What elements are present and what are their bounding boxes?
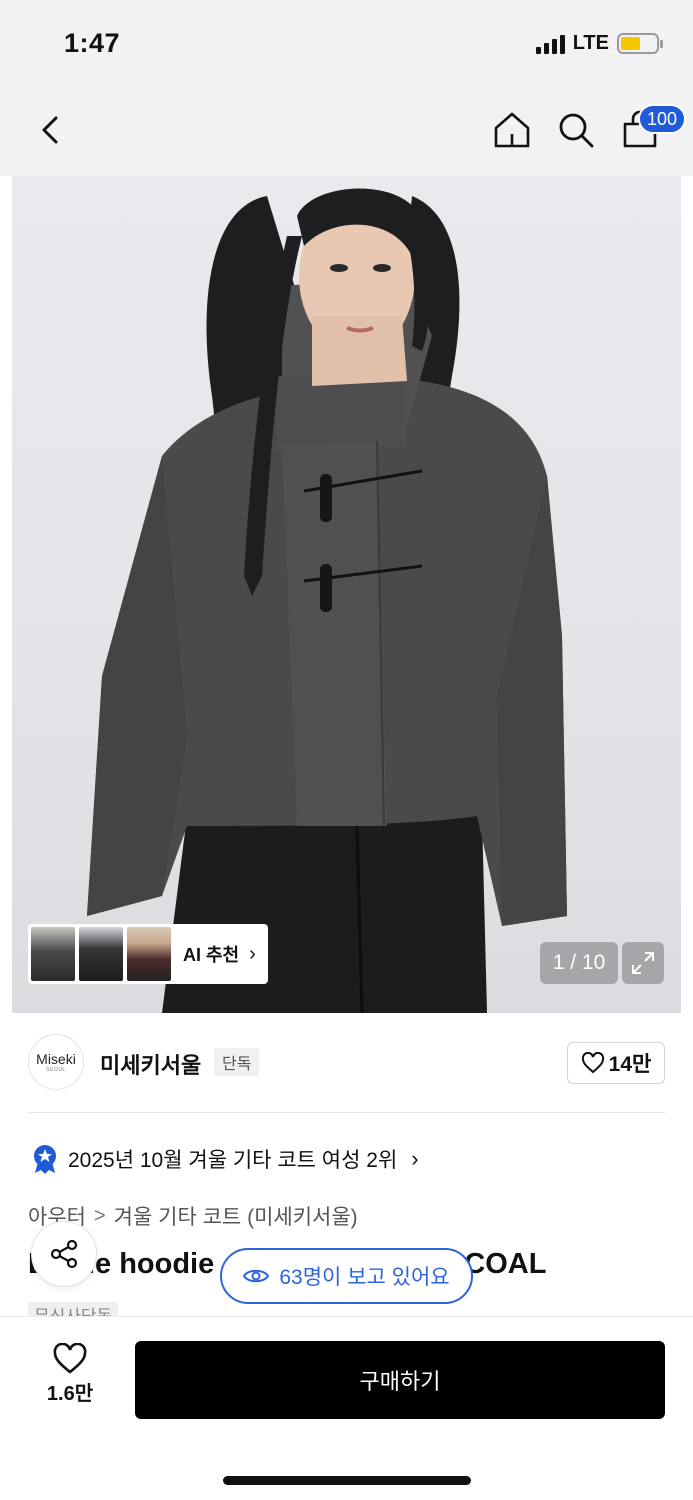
top-nav-bar — [0, 90, 693, 176]
back-icon[interactable] — [30, 108, 70, 152]
product-like-count: 1.6만 — [46, 1383, 94, 1405]
status-bar: 1:47 LTE — [0, 0, 693, 90]
ai-thumbnail-3[interactable] — [127, 927, 171, 981]
product-image[interactable] — [12, 176, 681, 1013]
signal-icon — [535, 34, 565, 54]
rank-medal-icon — [34, 1145, 56, 1174]
exclusive-tag: 단독 — [214, 1048, 260, 1076]
brand-row: Miseki SEOUL 미세키서울 단독 14만 — [28, 1034, 665, 1092]
divider — [28, 1112, 665, 1113]
image-counter: 1 / 10 — [540, 942, 618, 984]
ai-thumbnail-1[interactable] — [31, 927, 75, 981]
search-icon[interactable] — [554, 108, 598, 152]
heart-icon — [53, 1343, 87, 1374]
battery-icon — [617, 33, 663, 54]
breadcrumb-separator: > — [93, 1204, 106, 1227]
home-icon[interactable] — [490, 108, 534, 152]
expand-icon[interactable] — [622, 942, 664, 984]
bottom-action-bar: 1.6만 구매하기 — [0, 1316, 693, 1500]
eye-icon — [243, 1269, 270, 1283]
status-time: 1:47 — [64, 28, 121, 58]
cart-count-badge: 100 — [638, 104, 687, 134]
brand-name[interactable]: 미세키서울 — [100, 1048, 201, 1080]
viewers-pill: 63명이 보고 있어요 — [220, 1248, 473, 1304]
home-indicator — [223, 1476, 471, 1485]
share-button[interactable] — [31, 1221, 97, 1287]
ranking-text: 2025년 10월 겨울 기타 코트 여성 2위 — [68, 1149, 398, 1172]
brand-like-button[interactable]: 14만 — [567, 1042, 665, 1084]
brand-logo[interactable]: Miseki SEOUL — [28, 1034, 84, 1090]
viewers-text: 63명이 보고 있어요 — [279, 1266, 450, 1289]
network-label: LTE — [572, 32, 609, 54]
chevron-right-icon: › — [249, 942, 256, 965]
product-like-button[interactable]: 1.6만 — [28, 1343, 112, 1406]
ai-recommend-label: AI 추천 — [183, 945, 240, 965]
ai-recommendation[interactable]: AI 추천 › — [28, 924, 268, 984]
buy-button[interactable]: 구매하기 — [135, 1341, 665, 1419]
breadcrumb-subcategory[interactable]: 겨울 기타 코트 (미세키서울) — [114, 1201, 358, 1231]
chevron-right-icon: › — [411, 1146, 419, 1171]
heart-icon — [581, 1052, 604, 1074]
share-icon — [50, 1239, 78, 1269]
brand-like-count: 14만 — [608, 1053, 652, 1076]
ai-thumbnail-2[interactable] — [79, 927, 123, 981]
status-indicators: LTE — [535, 32, 663, 55]
product-photo — [87, 188, 567, 1013]
ranking-row[interactable]: 2025년 10월 겨울 기타 코트 여성 2위 › — [32, 1144, 419, 1174]
